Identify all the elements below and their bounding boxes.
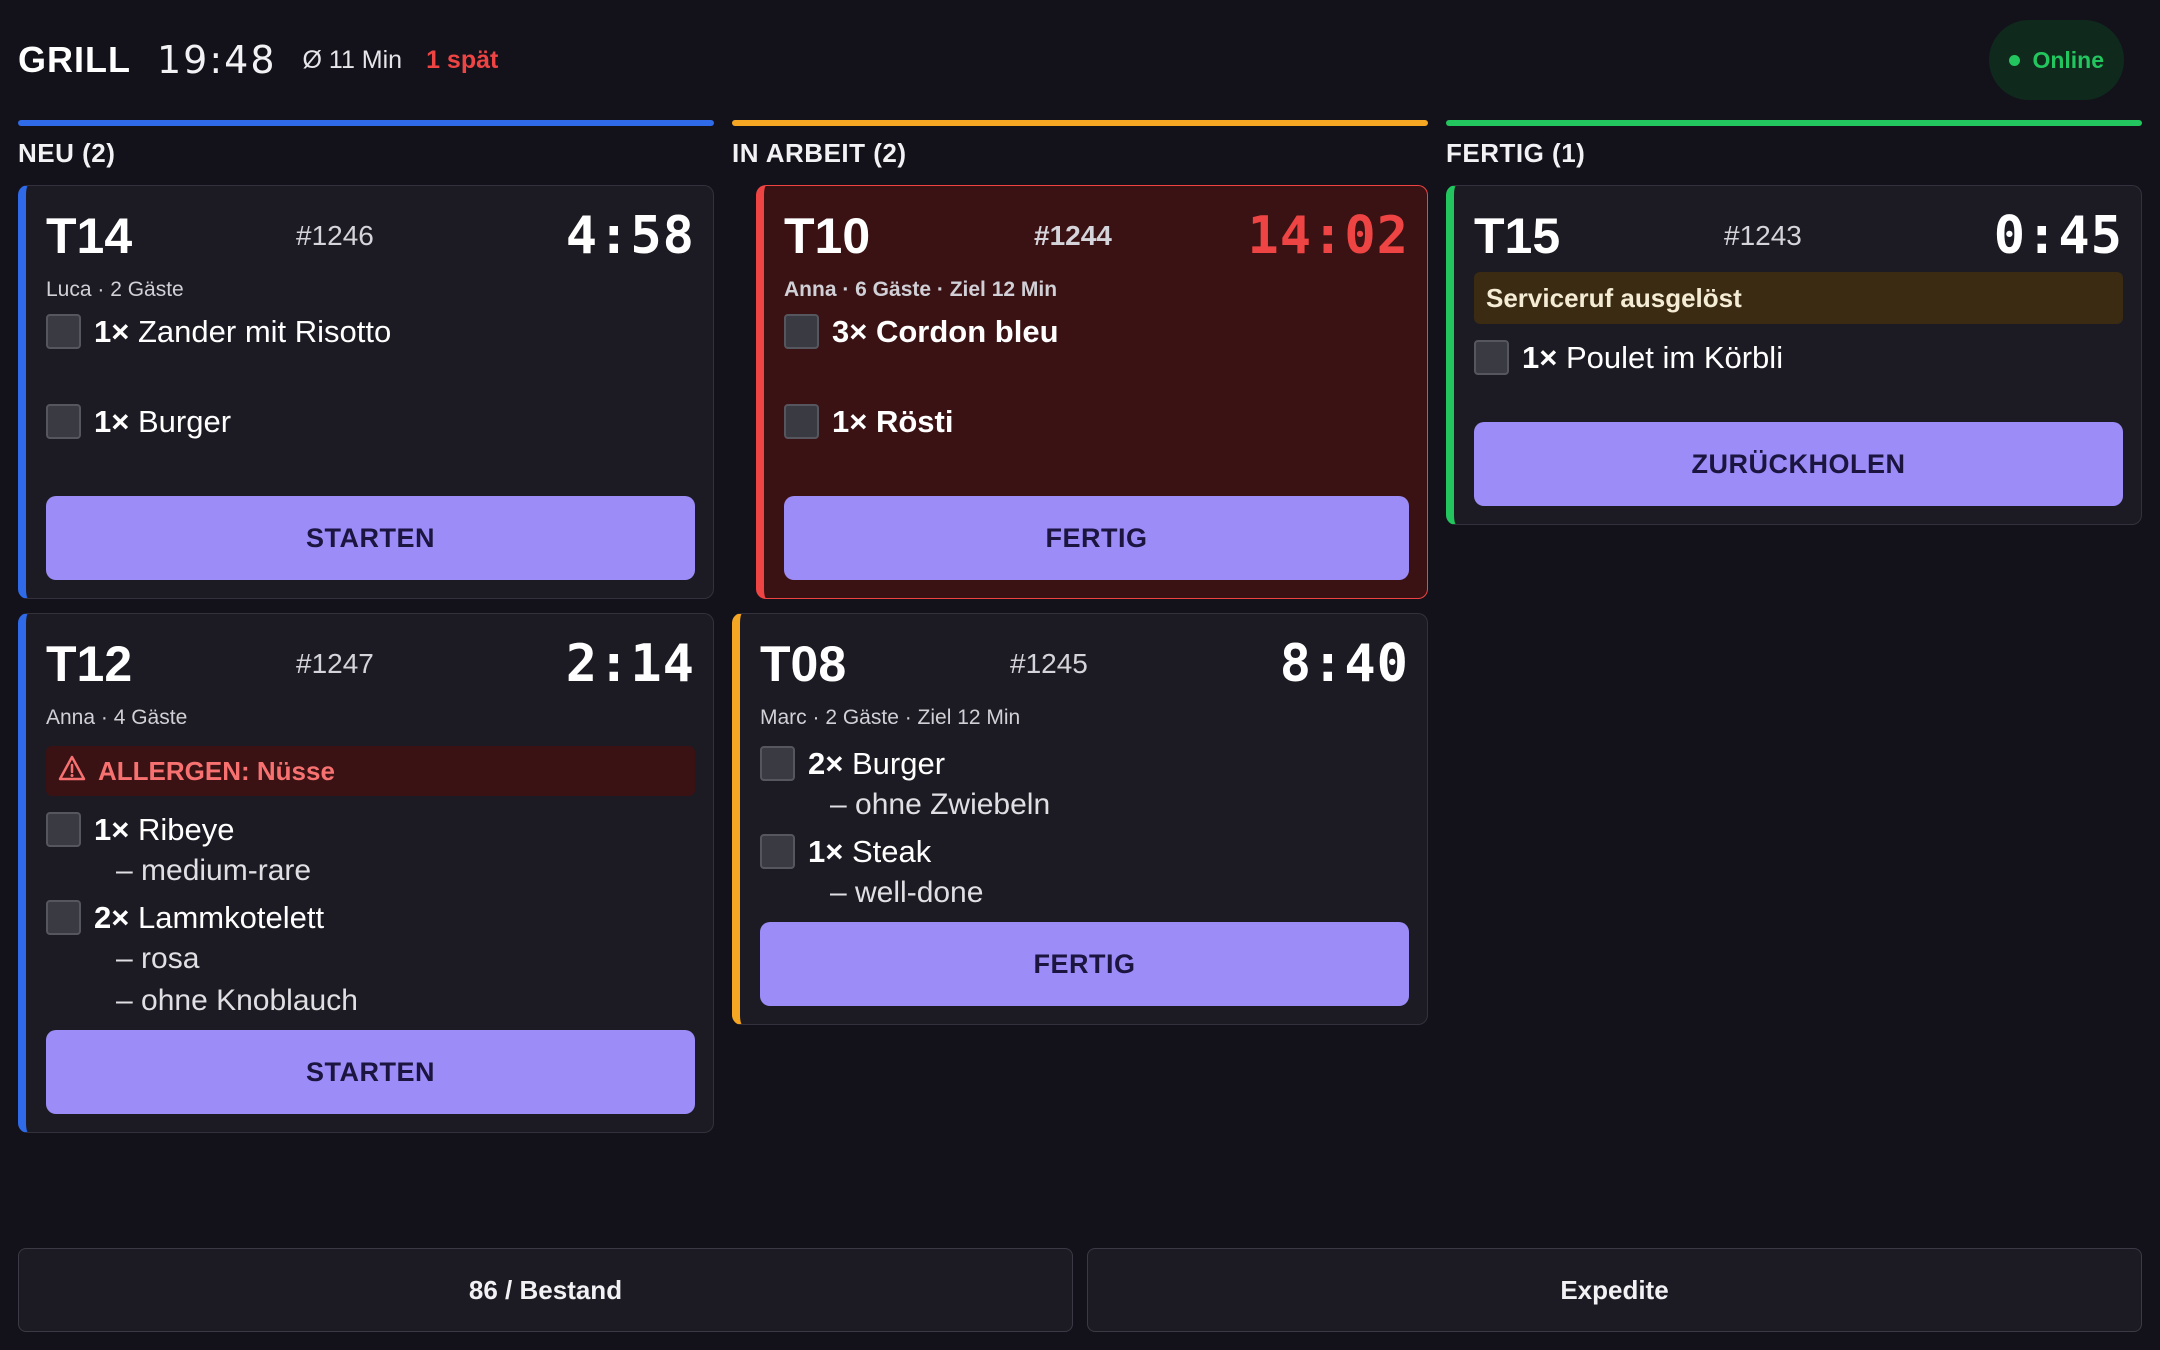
order-item: 1× Zander mit Risotto — [46, 312, 695, 402]
item-checkbox[interactable] — [760, 834, 795, 869]
order-item: 1× Ribeye – medium-rare — [46, 810, 695, 892]
item-checkbox[interactable] — [46, 900, 81, 935]
start-button[interactable]: STARTEN — [46, 496, 695, 580]
item-name: Cordon bleu — [875, 314, 1059, 349]
order-item: 1× Steak – well-done — [760, 832, 1409, 914]
online-status-badge: Online — [1989, 20, 2124, 100]
item-checkbox[interactable] — [46, 314, 81, 349]
item-modifier: – ohne Knoblauch — [116, 984, 358, 1017]
item-name: Rösti — [875, 404, 954, 439]
order-card[interactable]: T14 #1246 4:58 Luca · 2 Gäste 1× Zander … — [18, 185, 714, 599]
item-checkbox[interactable] — [784, 314, 819, 349]
order-item: 1× Burger — [46, 402, 695, 492]
item-name: Ribeye — [137, 812, 235, 847]
item-modifier: – medium-rare — [116, 854, 312, 887]
order-meta: Anna · 4 Gäste — [46, 706, 188, 729]
header-bar: GRILL 19:48 Ø 11 Min 1 spät Online — [18, 20, 2142, 100]
column-accent-bar — [1446, 120, 2142, 126]
item-qty: 1× — [832, 404, 868, 439]
order-timer: 8:40 — [1279, 634, 1409, 694]
order-timer: 2:14 — [565, 634, 695, 694]
item-checkbox[interactable] — [760, 746, 795, 781]
order-number: #1245 — [1010, 648, 1088, 679]
order-timer: 14:02 — [1247, 206, 1409, 266]
order-item: 1× Rösti — [784, 402, 1409, 492]
item-name: Poulet im Körbli — [1565, 340, 1784, 375]
item-qty: 2× — [94, 900, 130, 935]
column-accent-bar — [18, 120, 714, 126]
column-title: NEU (2) — [18, 138, 116, 168]
order-item: 2× Lammkotelett – rosa – ohne Knoblauch — [46, 898, 695, 1022]
order-item: 3× Cordon bleu — [784, 312, 1409, 402]
item-qty: 1× — [1522, 340, 1558, 375]
item-checkbox[interactable] — [46, 812, 81, 847]
column-fertig: FERTIG (1) T15 #1243 0:45 Serviceruf aus… — [1446, 120, 2142, 525]
start-button[interactable]: STARTEN — [46, 1030, 695, 1114]
done-button[interactable]: FERTIG — [760, 922, 1409, 1006]
item-qty: 1× — [94, 314, 130, 349]
column-title: IN ARBEIT (2) — [732, 138, 907, 168]
order-timer: 0:45 — [1993, 206, 2123, 266]
item-modifier: – well-done — [830, 876, 984, 909]
order-item: 1× Poulet im Körbli — [1474, 338, 2123, 418]
allergen-warning: ALLERGEN: Nüsse — [46, 746, 695, 796]
recall-button[interactable]: ZURÜCKHOLEN — [1474, 422, 2123, 506]
item-qty: 1× — [94, 812, 130, 847]
table-number: T15 — [1474, 208, 1561, 264]
order-card[interactable]: T15 #1243 0:45 Serviceruf ausgelöst 1× P… — [1446, 185, 2142, 525]
item-modifier: – rosa — [116, 942, 200, 975]
item-name: Zander mit Risotto — [137, 314, 392, 349]
column-title: FERTIG (1) — [1446, 138, 1586, 168]
done-button[interactable]: FERTIG — [784, 496, 1409, 580]
order-meta: Marc · 2 Gäste · Ziel 12 Min — [760, 706, 1021, 729]
item-name: Burger — [851, 746, 946, 781]
item-checkbox[interactable] — [46, 404, 81, 439]
order-meta: Luca · 2 Gäste — [46, 278, 184, 301]
item-name: Steak — [851, 834, 932, 869]
table-number: T08 — [760, 636, 847, 692]
table-number: T14 — [46, 208, 133, 264]
station-name: GRILL — [18, 39, 131, 80]
column-accent-bar — [732, 120, 1428, 126]
item-name: Lammkotelett — [137, 900, 325, 935]
warning-icon — [58, 755, 86, 788]
order-number: #1243 — [1724, 220, 1802, 251]
stock-86-button[interactable]: 86 / Bestand — [18, 1248, 1073, 1332]
allergen-text: ALLERGEN: Nüsse — [98, 755, 335, 786]
status-dot-icon — [2009, 54, 2021, 66]
status-label: Online — [2032, 46, 2104, 73]
service-call-banner: Serviceruf ausgelöst — [1474, 272, 2123, 324]
item-checkbox[interactable] — [784, 404, 819, 439]
order-meta: Anna · 6 Gäste · Ziel 12 Min — [784, 278, 1058, 301]
order-number: #1244 — [1034, 220, 1112, 251]
average-time: Ø 11 Min — [302, 45, 403, 74]
order-card-late[interactable]: T10 #1244 14:02 Anna · 6 Gäste · Ziel 12… — [756, 185, 1428, 599]
expedite-button[interactable]: Expedite — [1087, 1248, 2142, 1332]
column-in-arbeit: IN ARBEIT (2) T10 #1244 14:02 Anna · 6 G… — [732, 120, 1428, 1025]
item-checkbox[interactable] — [1474, 340, 1509, 375]
order-item: 2× Burger – ohne Zwiebeln — [760, 744, 1409, 826]
column-neu: NEU (2) T14 #1246 4:58 Luca · 2 Gäste 1×… — [18, 120, 714, 1133]
order-number: #1246 — [296, 220, 374, 251]
item-qty: 1× — [94, 404, 130, 439]
table-number: T12 — [46, 636, 133, 692]
clock: 19:48 — [156, 38, 277, 82]
item-qty: 1× — [808, 834, 844, 869]
order-timer: 4:58 — [565, 206, 695, 266]
order-number: #1247 — [296, 648, 374, 679]
item-name: Burger — [137, 404, 232, 439]
late-count: 1 spät — [426, 45, 499, 74]
order-card[interactable]: T08 #1245 8:40 Marc · 2 Gäste · Ziel 12 … — [732, 613, 1428, 1025]
item-qty: 3× — [832, 314, 868, 349]
order-card[interactable]: T12 #1247 2:14 Anna · 4 Gäste ALLERGEN: … — [18, 613, 714, 1133]
table-number: T10 — [784, 208, 871, 264]
item-qty: 2× — [808, 746, 844, 781]
item-modifier: – ohne Zwiebeln — [830, 788, 1051, 821]
